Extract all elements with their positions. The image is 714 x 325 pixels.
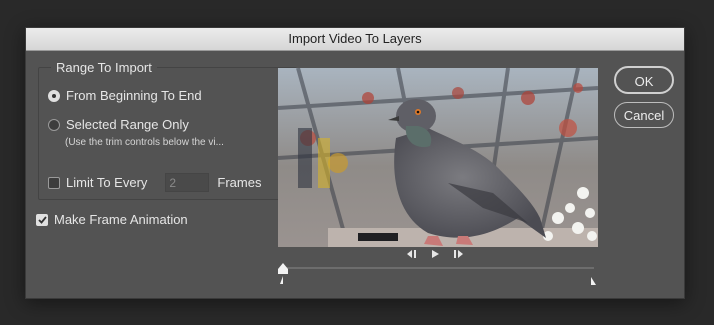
playhead-handle[interactable] <box>276 262 290 286</box>
limit-to-every-row: Limit To Every Frames <box>48 173 261 192</box>
step-forward-icon[interactable] <box>452 249 464 259</box>
trim-hint-text: (Use the trim controls below the vi... <box>65 137 224 148</box>
play-icon[interactable] <box>430 249 440 259</box>
radio-selected-range-indicator[interactable] <box>48 118 60 131</box>
radio-selected-range-label: Selected Range Only <box>66 117 189 132</box>
frames-label: Frames <box>217 175 262 190</box>
make-frame-animation-checkbox[interactable] <box>36 213 48 226</box>
range-to-import-group: Range To Import From Beginning To End Se… <box>38 60 297 200</box>
import-video-dialog: Import Video To Layers Range To Import F… <box>25 27 685 299</box>
range-group-title: Range To Import <box>51 60 157 75</box>
limit-to-every-checkbox[interactable] <box>48 176 60 189</box>
trim-end-handle[interactable] <box>590 276 598 286</box>
make-frame-animation-label: Make Frame Animation <box>54 212 188 227</box>
radio-from-beginning[interactable]: From Beginning To End <box>48 88 202 103</box>
ok-button[interactable]: OK <box>614 66 674 94</box>
make-frame-animation-row: Make Frame Animation <box>36 212 188 227</box>
playback-controls <box>406 248 476 260</box>
dialog-title: Import Video To Layers <box>26 28 684 51</box>
limit-frames-input[interactable] <box>165 173 210 192</box>
radio-from-beginning-indicator[interactable] <box>48 89 60 102</box>
checkmark-icon <box>37 215 47 224</box>
video-preview <box>278 68 598 247</box>
cancel-button[interactable]: Cancel <box>614 102 674 128</box>
timeline-track[interactable] <box>282 267 594 269</box>
step-back-icon[interactable] <box>406 249 418 259</box>
limit-to-every-label: Limit To Every <box>66 175 148 190</box>
radio-from-beginning-label: From Beginning To End <box>66 88 202 103</box>
radio-selected-range[interactable]: Selected Range Only <box>48 117 189 132</box>
pigeon-video-frame <box>278 68 598 247</box>
